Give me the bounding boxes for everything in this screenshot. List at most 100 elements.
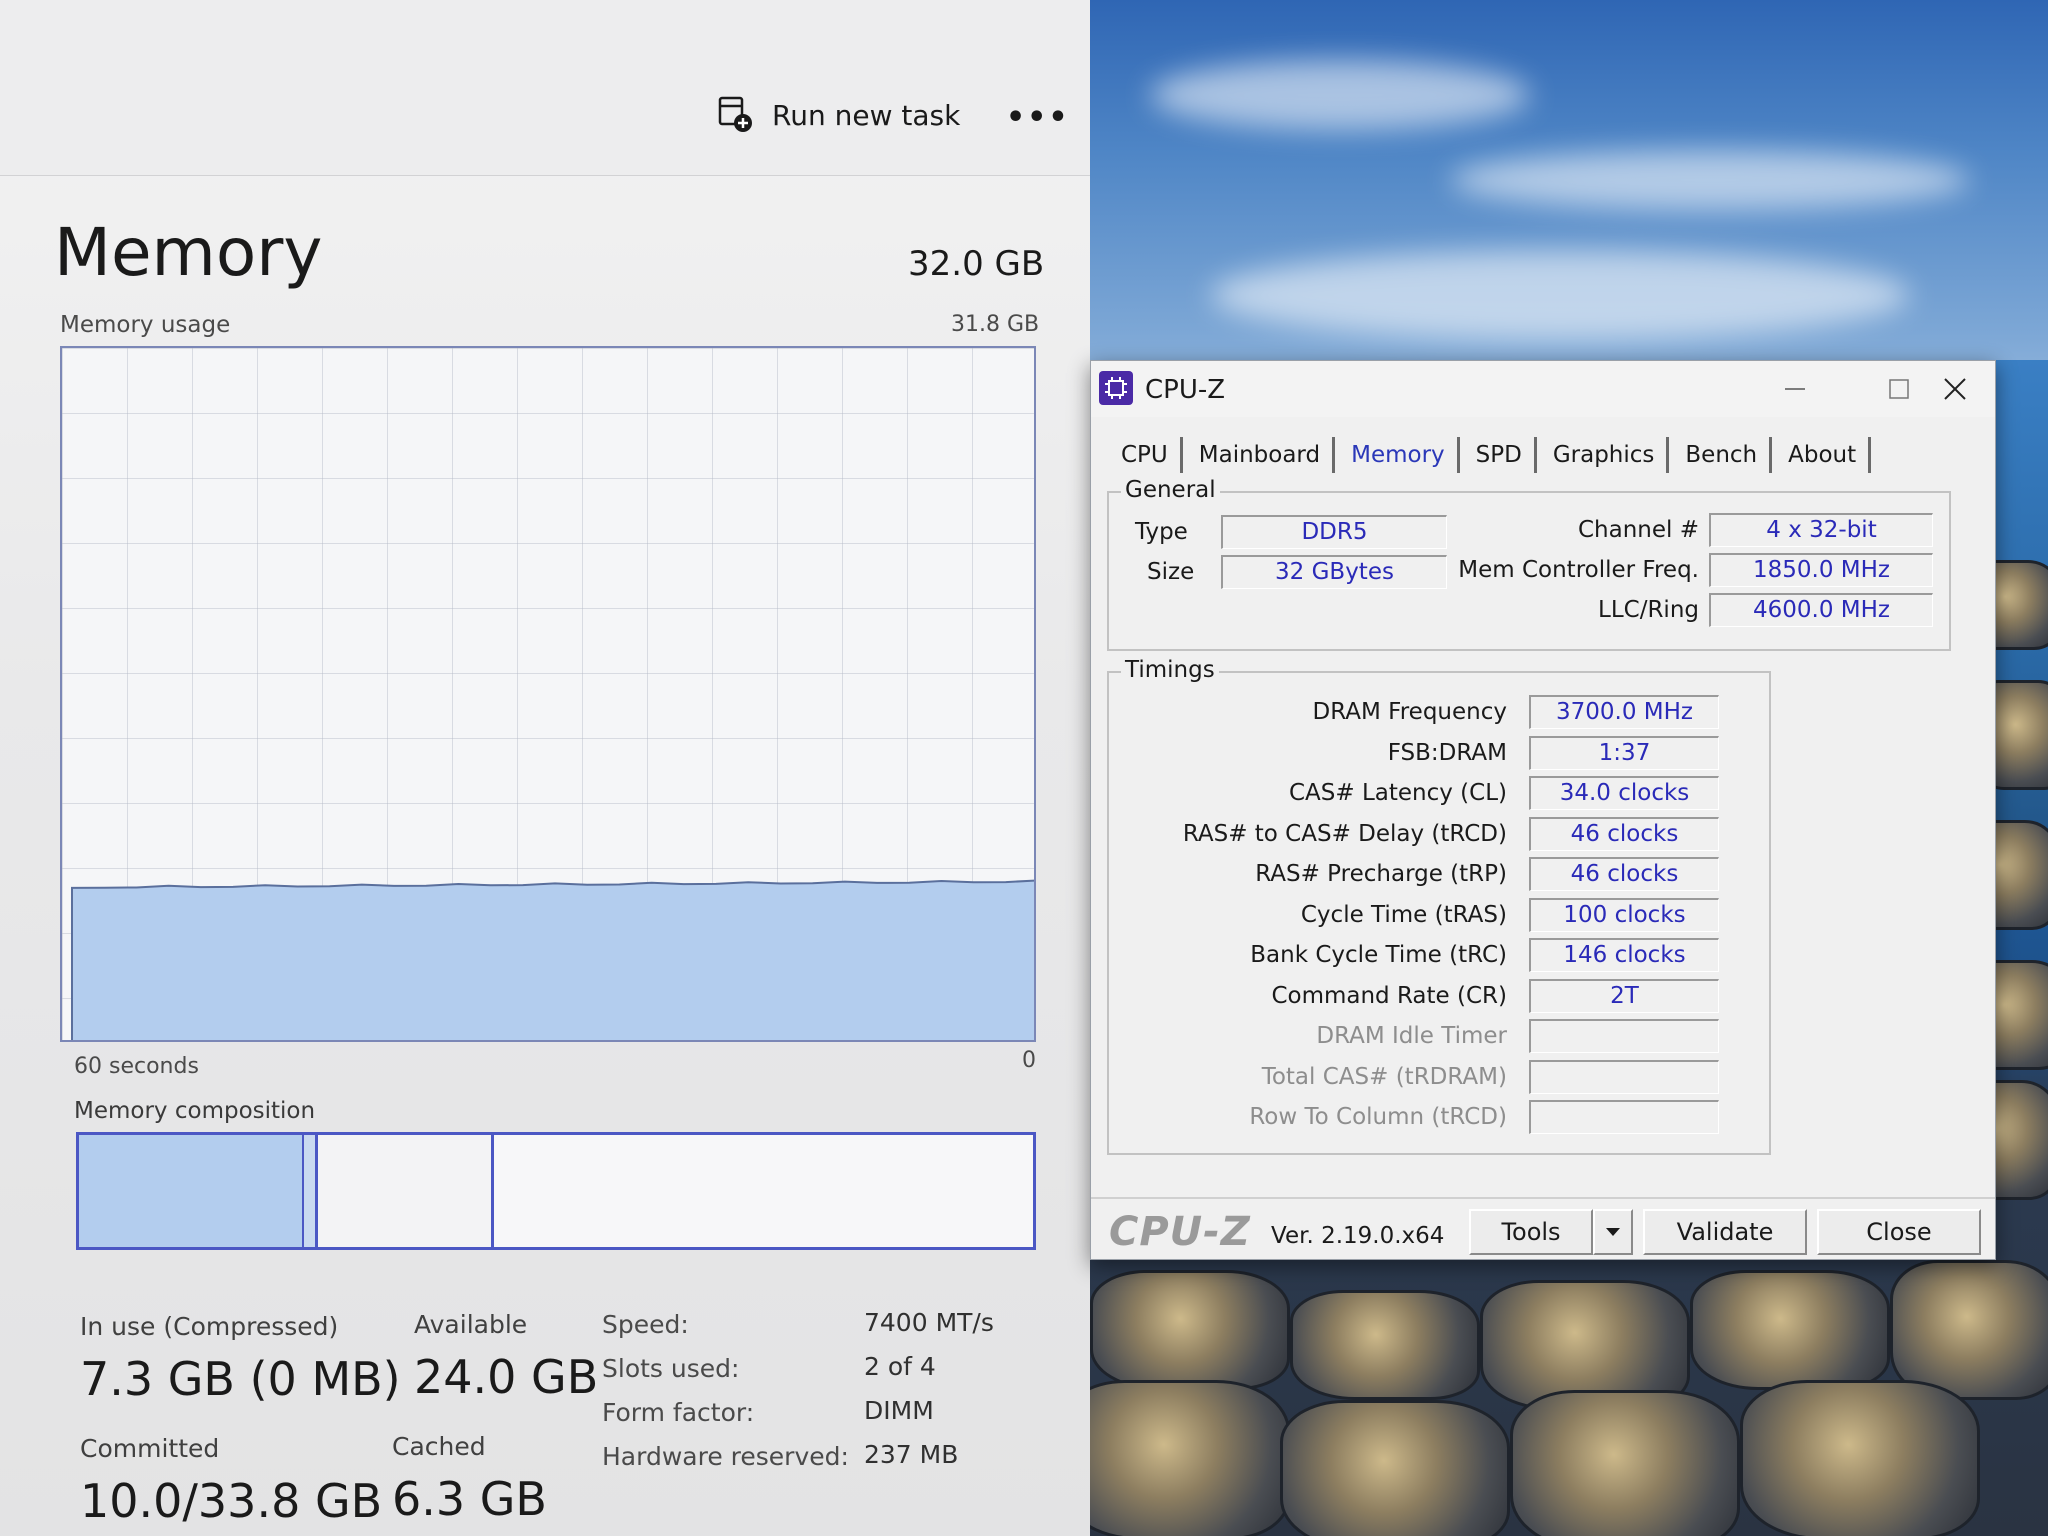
maximize-icon — [1889, 379, 1909, 399]
general-group-title: General — [1121, 477, 1220, 503]
tools-button[interactable]: Tools — [1469, 1209, 1593, 1255]
memory-total: 32.0 GB — [908, 244, 1045, 284]
type-label: Type — [1135, 519, 1188, 545]
memory-composition-bar — [76, 1132, 1036, 1250]
channel-value: 4 x 32-bit — [1709, 513, 1933, 547]
graph-axis-left: 60 seconds — [74, 1054, 199, 1079]
usage-graph-svg — [71, 879, 1034, 1040]
tab-memory[interactable]: Memory — [1339, 437, 1460, 473]
more-options-icon[interactable]: ••• — [1006, 100, 1070, 135]
dram-frequency-label: DRAM Frequency — [1312, 699, 1507, 725]
slots-used-label: Slots used: — [602, 1354, 740, 1383]
form-factor-value: DIMM — [864, 1396, 934, 1425]
wallpaper-rock — [1740, 1380, 1980, 1536]
cycle-time-value: 100 clocks — [1529, 897, 1719, 932]
timings-group-title: Timings — [1121, 657, 1219, 683]
wallpaper-rock — [1690, 1270, 1890, 1390]
run-task-icon — [718, 96, 752, 132]
mem-controller-freq-value: 1850.0 MHz — [1709, 553, 1933, 587]
cached-label: Cached — [392, 1432, 486, 1461]
cpuz-version: Ver. 2.19.0.x64 — [1271, 1223, 1445, 1249]
cpuz-app-icon — [1099, 371, 1133, 405]
row-to-column-label: Row To Column (tRCD) — [1249, 1104, 1507, 1130]
task-manager-panel: Run new task ••• Memory 32.0 GB Memory u… — [0, 0, 1090, 1536]
composition-standby — [318, 1135, 494, 1247]
tab-graphics[interactable]: Graphics — [1541, 437, 1670, 473]
minimize-icon — [1785, 388, 1805, 390]
run-new-task-button[interactable]: Run new task — [718, 96, 960, 134]
speed-label: Speed: — [602, 1310, 689, 1339]
close-window-button[interactable] — [1925, 367, 1985, 411]
hardware-reserved-value: 237 MB — [864, 1440, 959, 1469]
ras-precharge-value: 46 clocks — [1529, 857, 1719, 891]
wallpaper-rock — [1090, 1380, 1290, 1536]
size-value: 32 GBytes — [1221, 555, 1447, 589]
bank-cycle-time-value: 146 clocks — [1529, 938, 1719, 972]
dram-idle-timer-label: DRAM Idle Timer — [1316, 1023, 1507, 1049]
ras-to-cas-delay-label: RAS# to CAS# Delay (tRCD) — [1182, 820, 1507, 847]
wallpaper-cloud — [1210, 250, 1910, 340]
slots-used-value: 2 of 4 — [864, 1352, 936, 1381]
wallpaper-rock — [1280, 1400, 1510, 1536]
tab-bench[interactable]: Bench — [1673, 437, 1773, 473]
fsb-dram-value: 1:37 — [1529, 735, 1719, 770]
total-cas-value — [1529, 1059, 1719, 1094]
committed-label: Committed — [80, 1434, 220, 1463]
channel-label: Channel # — [1577, 517, 1699, 543]
cpuz-title: CPU-Z — [1145, 375, 1226, 405]
total-cas-label: Total CAS# (tRDRAM) — [1261, 1063, 1507, 1090]
run-new-task-label: Run new task — [772, 98, 961, 132]
cas-latency-label: CAS# Latency (CL) — [1288, 780, 1507, 806]
wallpaper-rock — [1510, 1390, 1740, 1536]
available-label: Available — [414, 1310, 528, 1339]
cpuz-titlebar: CPU-Z — [1091, 361, 1995, 417]
composition-modified — [304, 1135, 318, 1247]
dram-idle-timer-value — [1529, 1019, 1719, 1053]
wallpaper-rock — [1290, 1290, 1480, 1400]
wallpaper-rock — [1890, 1260, 2048, 1400]
llc-ring-value: 4600.0 MHz — [1709, 593, 1933, 627]
chip-icon — [1105, 377, 1127, 399]
minimize-button[interactable] — [1765, 367, 1825, 411]
memory-composition-label: Memory composition — [74, 1098, 316, 1124]
cpuz-tab-bar: CPU Mainboard Memory SPD Graphics Bench … — [1109, 433, 1875, 473]
llc-ring-label: LLC/Ring — [1598, 597, 1699, 623]
ras-to-cas-delay-value: 46 clocks — [1529, 816, 1719, 851]
cpuz-window: CPU-Z CPU Mainboard Memory SPD Graphics … — [1090, 360, 1996, 1260]
cpuz-footer: CPU-Z Ver. 2.19.0.x64 Tools Validate Clo… — [1091, 1197, 1995, 1259]
command-rate-value: 2T — [1529, 978, 1719, 1013]
cas-latency-value: 34.0 clocks — [1529, 776, 1719, 810]
validate-button[interactable]: Validate — [1643, 1209, 1807, 1255]
memory-usage-max: 31.8 GB — [951, 312, 1040, 337]
maximize-button[interactable] — [1869, 367, 1929, 411]
close-button[interactable]: Close — [1817, 1209, 1981, 1255]
composition-in-use — [79, 1135, 304, 1247]
page-title: Memory — [54, 214, 323, 291]
tab-mainboard[interactable]: Mainboard — [1187, 437, 1336, 473]
composition-free — [494, 1135, 1033, 1247]
general-group: General Type DDR5 Size 32 GBytes Channel… — [1107, 477, 1951, 651]
bank-cycle-time-label: Bank Cycle Time (tRC) — [1250, 942, 1507, 968]
committed-value: 10.0/33.8 GB — [80, 1474, 383, 1528]
in-use-value: 7.3 GB (0 MB) — [80, 1352, 401, 1406]
command-bar — [0, 0, 1090, 176]
fsb-dram-label: FSB:DRAM — [1387, 739, 1507, 766]
in-use-label: In use (Compressed) — [80, 1312, 339, 1341]
tools-dropdown-button[interactable] — [1593, 1209, 1633, 1255]
available-value: 24.0 GB — [414, 1350, 599, 1404]
dram-frequency-value: 3700.0 MHz — [1529, 695, 1719, 729]
tab-cpu[interactable]: CPU — [1109, 437, 1183, 473]
row-to-column-value — [1529, 1100, 1719, 1134]
tab-spd[interactable]: SPD — [1464, 437, 1537, 473]
hardware-reserved-label: Hardware reserved: — [602, 1442, 849, 1471]
speed-value: 7400 MT/s — [864, 1308, 994, 1337]
wallpaper-cloud — [1450, 150, 1970, 210]
ras-precharge-label: RAS# Precharge (tRP) — [1255, 861, 1507, 887]
tab-about[interactable]: About — [1776, 437, 1872, 473]
cached-value: 6.3 GB — [392, 1472, 547, 1526]
memory-usage-graph — [60, 346, 1036, 1042]
cpuz-logo: CPU-Z — [1109, 1209, 1251, 1255]
command-rate-label: Command Rate (CR) — [1271, 982, 1507, 1009]
wallpaper-cloud — [1150, 60, 1530, 130]
wallpaper-rock — [1090, 1270, 1290, 1390]
